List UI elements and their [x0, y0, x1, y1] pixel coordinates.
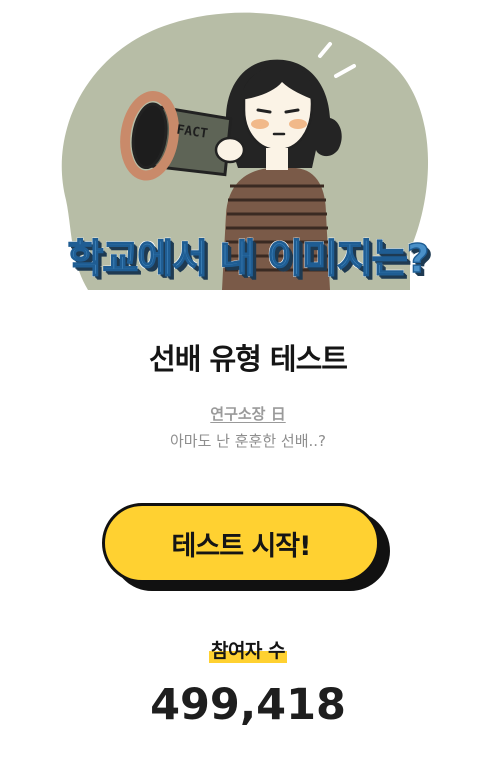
hero-illustration: FACT 학교에서 내 이미지는?: [0, 0, 496, 300]
start-test-button[interactable]: 테스트 시작!: [102, 503, 380, 583]
participants-label: 참여자 수: [0, 636, 496, 663]
hand: [214, 136, 246, 164]
participants-label-text: 참여자 수: [208, 636, 288, 663]
author-link[interactable]: 연구소장 日: [210, 405, 285, 423]
participants-count: 499,418: [150, 680, 346, 730]
test-description: 아마도 난 훈훈한 선배..?: [169, 432, 326, 450]
author-line: 연구소장 日: [0, 403, 496, 424]
test-title: 선배 유형 테스트: [149, 342, 348, 376]
hero-headline: 학교에서 내 이미지는?: [67, 236, 430, 282]
